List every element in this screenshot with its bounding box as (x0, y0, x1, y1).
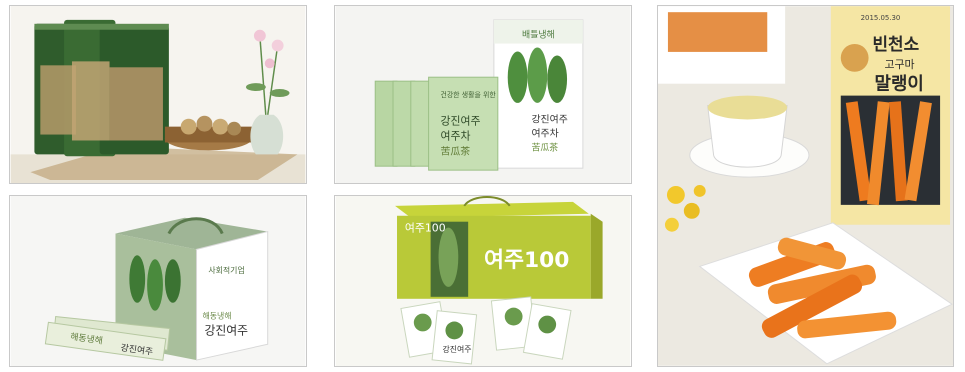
photo-bitter-melon-100[interactable]: 여주100 여주100 강진여주 (334, 195, 632, 367)
tea-box-name-line1: 강진여주 (531, 114, 567, 126)
dried-sweet-potato-image: 2015.05.30 빈천소 고구마 말랭이 (658, 6, 953, 366)
photo-bitter-melon-gift-box[interactable]: 사회적기업 해동냉해 강진여주 해동냉해 강진여주 (9, 195, 307, 367)
bag-brand: 빈천소 (873, 34, 920, 54)
bitter-melon-100-image: 여주100 여주100 강진여주 (335, 196, 631, 366)
gift-box-brand: 사회적기업 (208, 265, 244, 275)
gift-box-name: 강진여주 (204, 323, 248, 337)
photo-bitter-melon-tea-sachets[interactable]: 배틀냉해 강진여주 여주차 苦瓜茶 건강한 생활을 위한 강진여주 여주차 苦瓜… (334, 5, 632, 184)
tea-box-top-label: 배틀냉해 (522, 30, 555, 41)
product-gallery: 배틀냉해 강진여주 여주차 苦瓜茶 건강한 생활을 위한 강진여주 여주차 苦瓜… (0, 0, 965, 372)
sachet-name: 강진여주 (442, 344, 471, 354)
sachet-name-line1: 강진여주 (440, 115, 480, 128)
gift-box-label: 해동냉해 (202, 311, 231, 321)
tea-box-name-line2: 여주차 (531, 128, 558, 140)
box-title-left: 여주100 (405, 222, 446, 235)
bag-date: 2015.05.30 (861, 14, 901, 22)
tea-box-mark: 苦瓜茶 (531, 141, 558, 153)
sachet-name-line2: 여주차 (440, 129, 470, 142)
gift-box-image: 사회적기업 해동냉해 강진여주 해동냉해 강진여주 (10, 196, 306, 366)
bag-name: 말랭이 (875, 74, 924, 95)
tea-sachets-image: 배틀냉해 강진여주 여주차 苦瓜茶 건강한 생활을 위한 강진여주 여주차 苦瓜… (335, 6, 631, 183)
sachet-mark: 苦瓜茶 (440, 144, 470, 157)
bitter-melon-pouches-image (10, 6, 306, 183)
sachet-vertical-label: 건강한 생활을 위한 (440, 90, 496, 99)
photo-dried-sweet-potato[interactable]: 2015.05.30 빈천소 고구마 말랭이 (657, 5, 954, 367)
bag-sub: 고구마 (884, 58, 914, 71)
box-title: 여주100 (484, 248, 569, 273)
photo-bitter-melon-pouches[interactable] (9, 5, 307, 184)
